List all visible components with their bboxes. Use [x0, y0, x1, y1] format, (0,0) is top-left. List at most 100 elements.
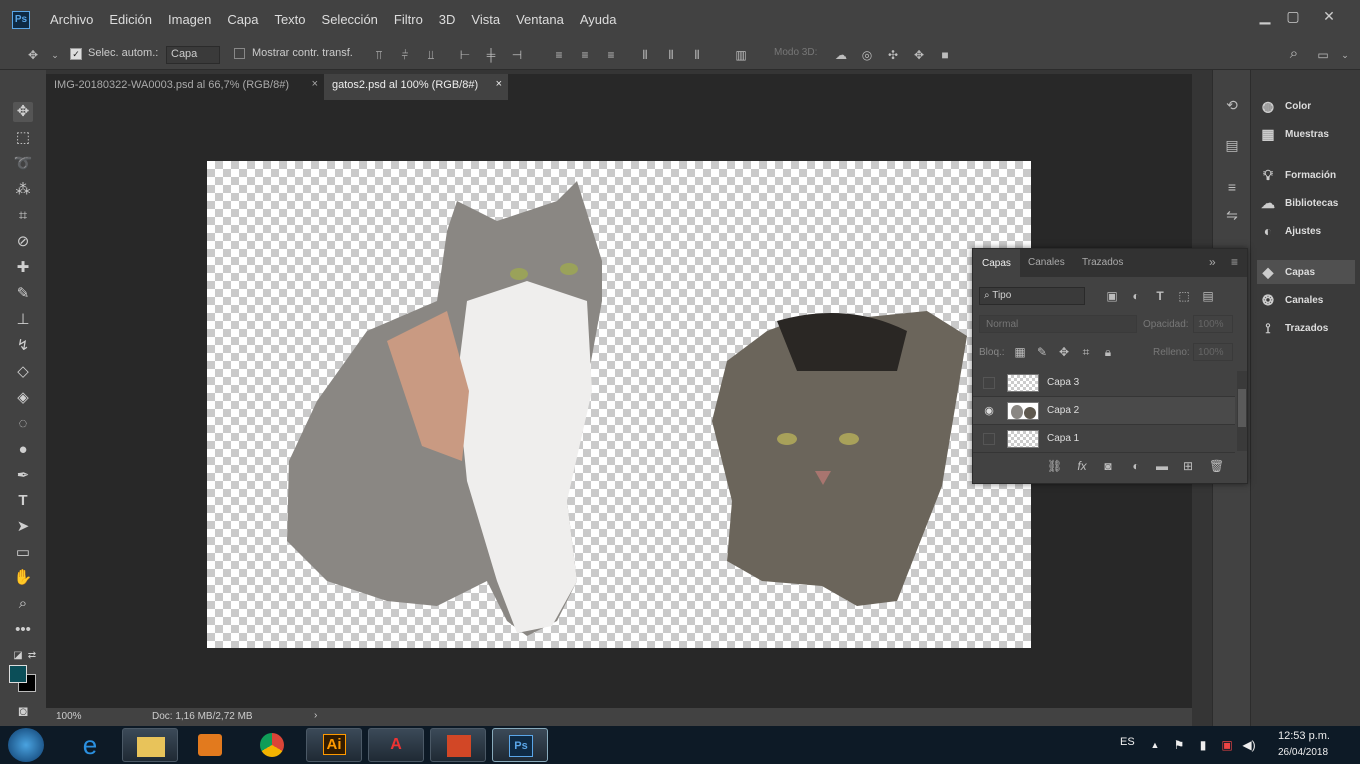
fill-field[interactable]: 100% — [1193, 343, 1233, 361]
align-left-icon[interactable]: ⊢ — [458, 48, 472, 62]
panel-trazados[interactable]: ⟟ Trazados — [1257, 316, 1355, 340]
trash-icon[interactable]: 🗑︎ — [1209, 459, 1224, 473]
scrollbar-thumb[interactable] — [1238, 389, 1246, 427]
lock-image-icon[interactable]: ✎ — [1035, 345, 1049, 359]
menu-capa[interactable]: Capa — [227, 12, 258, 27]
orbit-3d-icon[interactable]: ☁ — [834, 48, 848, 62]
new-fill-layer-icon[interactable]: ◐ — [1129, 459, 1143, 473]
close-icon[interactable]: × — [312, 78, 318, 90]
opacity-field[interactable]: 100% — [1193, 315, 1233, 333]
menu-3d[interactable]: 3D — [439, 12, 456, 27]
lasso-tool-icon[interactable]: ➰ — [13, 154, 33, 174]
blend-mode-dropdown[interactable]: Normal — [979, 315, 1137, 333]
internet-explorer-icon[interactable]: e — [62, 728, 118, 762]
panel-formacion[interactable]: 💡︎ Formación — [1257, 163, 1355, 187]
distribute-left-icon[interactable]: ⦀ — [638, 48, 652, 62]
tab-capas[interactable]: Capas — [973, 249, 1020, 277]
distribute-right-icon[interactable]: ⦀ — [690, 48, 704, 62]
link-layers-icon[interactable]: ⛓ — [1047, 459, 1062, 473]
media-player-icon[interactable] — [182, 728, 238, 762]
panel-ajustes[interactable]: ◐ Ajustes — [1257, 219, 1355, 243]
menu-seleccion[interactable]: Selección — [322, 12, 378, 27]
lock-position-icon[interactable]: ✥ — [1057, 345, 1071, 359]
lock-all-icon[interactable]: 🔒︎ — [1101, 345, 1115, 359]
layer-name[interactable]: Capa 2 — [1047, 405, 1079, 416]
menu-ventana[interactable]: Ventana — [516, 12, 564, 27]
close-button[interactable]: ✕ — [1318, 8, 1340, 24]
history-brush-tool-icon[interactable]: ↯ — [13, 336, 33, 356]
network-icon[interactable]: ▣ — [1220, 738, 1234, 752]
blur-tool-icon[interactable]: ◌ — [13, 414, 33, 434]
fx-icon[interactable]: fx — [1075, 459, 1089, 473]
status-arrow-icon[interactable]: › — [314, 710, 317, 721]
slide-3d-icon[interactable]: ✥ — [912, 48, 926, 62]
illustrator-icon[interactable]: Ai — [306, 728, 362, 762]
history-icon[interactable]: ⟲ — [1225, 98, 1239, 112]
clock-date[interactable]: 26/04/2018 — [1278, 747, 1328, 758]
maximize-button[interactable]: ▢ — [1282, 8, 1304, 24]
move-tool-icon[interactable]: ✥ — [13, 102, 33, 122]
filter-shape-icon[interactable]: ⬚ — [1177, 289, 1191, 303]
brush-tool-icon[interactable]: ✎ — [13, 284, 33, 304]
volume-icon[interactable]: ◀) — [1242, 738, 1256, 752]
swap-colors-icon[interactable]: ⇄ — [22, 646, 42, 666]
workspace-icon[interactable]: ▭ — [1316, 48, 1330, 62]
search-icon[interactable]: ⌕ — [1287, 46, 1301, 61]
new-group-icon[interactable]: ▬ — [1155, 459, 1169, 473]
adjustments-icon[interactable]: ⇋ — [1225, 208, 1239, 222]
language-indicator[interactable]: ES — [1120, 736, 1135, 748]
panel-capas[interactable]: ◆ Capas — [1257, 260, 1355, 284]
start-button[interactable] — [8, 728, 44, 762]
healing-brush-tool-icon[interactable]: ✚ — [13, 258, 33, 278]
move-tool-icon[interactable]: ✥ — [26, 48, 40, 62]
minimize-button[interactable]: ▁ — [1254, 8, 1276, 24]
crop-tool-icon[interactable]: ⌗ — [13, 206, 33, 226]
menu-ayuda[interactable]: Ayuda — [580, 12, 617, 27]
tab-canales[interactable]: Canales — [1028, 257, 1065, 268]
menu-imagen[interactable]: Imagen — [168, 12, 211, 27]
layer-name[interactable]: Capa 1 — [1047, 433, 1079, 444]
filter-adjustment-icon[interactable]: ◐ — [1129, 289, 1143, 303]
rectangle-tool-icon[interactable]: ▭ — [13, 543, 33, 563]
menu-archivo[interactable]: Archivo — [50, 12, 93, 27]
lock-transparent-icon[interactable]: ▦ — [1013, 345, 1027, 359]
quick-mask-icon[interactable]: ◙ — [13, 702, 33, 722]
marquee-tool-icon[interactable]: ⬚ — [13, 128, 33, 148]
menu-filtro[interactable]: Filtro — [394, 12, 423, 27]
pan-3d-icon[interactable]: ✣ — [886, 48, 900, 62]
magic-wand-tool-icon[interactable]: ⁂ — [13, 180, 33, 200]
layer-row-capa1[interactable]: Capa 1 — [973, 425, 1235, 453]
eyedropper-tool-icon[interactable]: ⊘ — [13, 232, 33, 252]
document-canvas[interactable] — [207, 161, 1031, 648]
align-vcenter-icon[interactable]: ⫩ — [398, 48, 412, 62]
filter-type-icon[interactable]: T — [1153, 289, 1167, 303]
tab-trazados[interactable]: Trazados — [1082, 257, 1123, 268]
lock-artboard-icon[interactable]: ⌗ — [1079, 345, 1093, 359]
show-transform-checkbox[interactable] — [234, 48, 245, 59]
align-hcenter-icon[interactable]: ╪ — [484, 48, 498, 62]
distribute-hcenter-icon[interactable]: ⦀ — [664, 48, 678, 62]
distribute-top-icon[interactable]: ≡ — [552, 48, 566, 62]
menu-vista[interactable]: Vista — [471, 12, 500, 27]
panel-collapse-icon[interactable]: » — [1209, 255, 1216, 269]
more-tools-icon[interactable]: ••• — [13, 620, 33, 640]
filter-smart-object-icon[interactable]: ▤ — [1201, 289, 1215, 303]
stamp-tool-icon[interactable]: ⊥ — [13, 310, 33, 330]
clock-time[interactable]: 12:53 p.m. — [1278, 730, 1330, 742]
panel-canales[interactable]: ❂ Canales — [1257, 288, 1355, 312]
filter-pixel-icon[interactable]: ▣ — [1105, 289, 1119, 303]
powerpoint-icon[interactable] — [430, 728, 486, 762]
close-icon[interactable]: × — [496, 78, 502, 90]
type-tool-icon[interactable]: T — [13, 491, 33, 511]
panel-bibliotecas[interactable]: ☁ Bibliotecas — [1257, 191, 1355, 215]
distribute-bottom-icon[interactable]: ≡ — [604, 48, 618, 62]
auto-select-dropdown[interactable]: Capa — [166, 46, 220, 64]
properties-icon[interactable]: ▤ — [1225, 138, 1239, 152]
dodge-tool-icon[interactable]: ● — [13, 440, 33, 460]
brush-settings-icon[interactable]: ≡ — [1225, 180, 1239, 194]
chrome-icon[interactable] — [244, 728, 300, 762]
add-mask-icon[interactable]: ◙ — [1101, 459, 1115, 473]
new-layer-icon[interactable]: ⊞ — [1181, 459, 1195, 473]
battery-icon[interactable]: ▮ — [1196, 738, 1210, 752]
hand-tool-icon[interactable]: ✋ — [13, 568, 33, 588]
